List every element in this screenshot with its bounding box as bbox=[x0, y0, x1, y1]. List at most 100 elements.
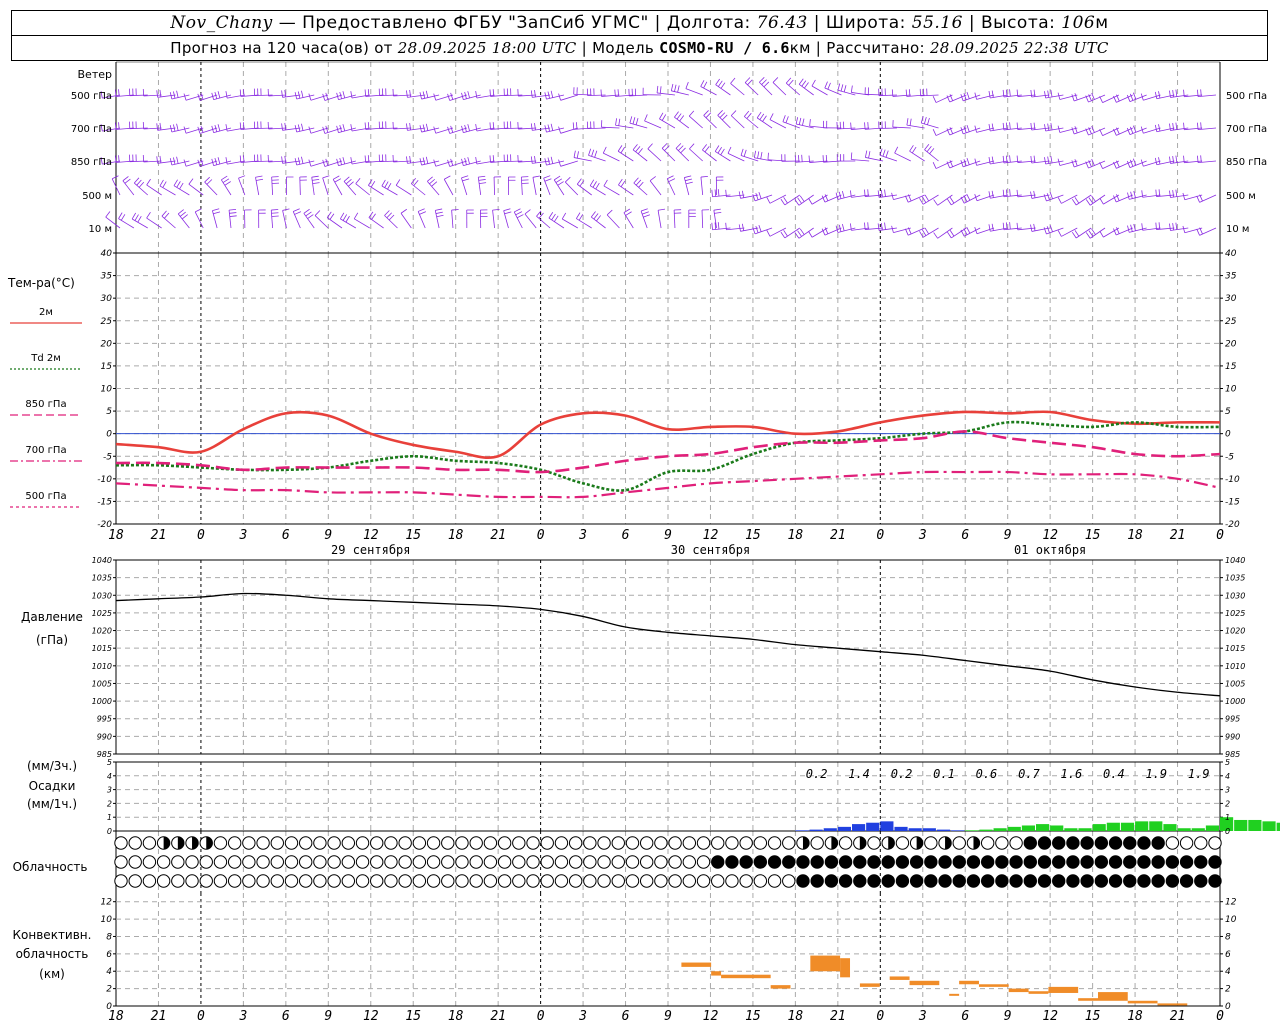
tick-label-right: -5 bbox=[1225, 452, 1234, 462]
precip-bar bbox=[965, 830, 979, 831]
tick-label-right: 0 bbox=[1225, 827, 1230, 836]
wind-barb-flag bbox=[1169, 223, 1171, 231]
precip-total-label: 1.6 bbox=[1061, 767, 1083, 781]
cloud-circle bbox=[810, 836, 824, 850]
tick-label-right: 12 bbox=[1225, 898, 1237, 908]
wind-barb-flag bbox=[489, 122, 491, 130]
cloud-circle bbox=[142, 874, 157, 888]
wind-barb-flag bbox=[678, 145, 684, 151]
wind-barb-flag bbox=[824, 81, 828, 89]
wind-barb bbox=[629, 122, 648, 129]
wind-barb-flag bbox=[1057, 230, 1062, 237]
cloud-circle bbox=[1123, 874, 1137, 888]
wind-barb bbox=[381, 185, 398, 196]
wind-barb-flag bbox=[1182, 192, 1186, 200]
wind-barb-flag bbox=[762, 115, 767, 122]
precip-bar bbox=[1276, 822, 1280, 831]
cloud-circle bbox=[881, 855, 895, 869]
wind-barb-flag bbox=[1074, 93, 1078, 101]
wind-barb-flag bbox=[753, 150, 757, 158]
wind-barb-flag bbox=[717, 222, 720, 230]
wind-barb bbox=[1059, 127, 1078, 133]
cloud-circle bbox=[796, 874, 810, 888]
cloud-circle bbox=[156, 855, 171, 869]
wind-barb bbox=[122, 180, 135, 196]
wind-barb-flag bbox=[345, 178, 352, 185]
cloud-half bbox=[888, 836, 895, 850]
wind-barb-flag bbox=[1175, 189, 1178, 197]
cloud-half bbox=[192, 836, 199, 850]
wind-barb-flag bbox=[714, 211, 722, 214]
cloud-circle bbox=[625, 874, 640, 888]
wind-barb-flag bbox=[642, 211, 649, 215]
wind-barb-flag bbox=[932, 129, 937, 136]
tick-label-right: 8 bbox=[1225, 932, 1231, 942]
wind-barb-flag bbox=[221, 175, 228, 181]
wind-barb bbox=[1102, 94, 1120, 103]
wind-barb-flag bbox=[450, 158, 454, 166]
wind-barb-flag bbox=[159, 179, 164, 187]
wind-barb-flag bbox=[761, 79, 767, 85]
wind-barb-flag bbox=[1175, 122, 1178, 130]
wind-barb bbox=[577, 183, 592, 196]
wind-barb bbox=[782, 121, 800, 129]
hour-label: 9 bbox=[1004, 1009, 1012, 1024]
wind-barb bbox=[292, 211, 301, 229]
wind-barb-flag bbox=[879, 148, 883, 156]
tick-label-right: 4 bbox=[1225, 967, 1231, 977]
cloud-circle bbox=[455, 874, 469, 888]
wind-barb bbox=[520, 177, 523, 196]
wind-barb bbox=[443, 179, 454, 196]
wind-barb-flag bbox=[561, 212, 567, 220]
cloud-circle bbox=[1023, 874, 1037, 888]
wind-barb-flag bbox=[156, 90, 159, 98]
wind-barb-flag bbox=[850, 152, 853, 160]
wind-barb-flag bbox=[370, 180, 376, 188]
conv-bar bbox=[840, 958, 851, 978]
wind-level-label-left: 500 гПа bbox=[71, 91, 112, 102]
wind-barb-flag bbox=[1172, 123, 1175, 131]
wind-barb bbox=[435, 160, 454, 167]
wind-barb-flag bbox=[553, 175, 561, 181]
tick-label-left: 995 bbox=[97, 715, 112, 724]
wind-barb bbox=[1061, 227, 1078, 237]
cloud-circle bbox=[512, 836, 526, 850]
wind-barb-flag bbox=[744, 110, 750, 117]
precip-total-label: 0.4 bbox=[1103, 767, 1125, 781]
wind-barb bbox=[564, 181, 579, 196]
wind-barb-flag bbox=[794, 199, 800, 206]
wind-barb-flag bbox=[700, 80, 705, 87]
hour-label: 18 bbox=[1127, 1009, 1143, 1024]
wind-barb-flag bbox=[741, 190, 745, 198]
precip-bar bbox=[1163, 824, 1177, 831]
wind-barb-flag bbox=[406, 123, 408, 131]
cloud-circle bbox=[455, 836, 469, 850]
pressure-title: Давление bbox=[21, 610, 83, 624]
cloud-circle bbox=[540, 874, 554, 888]
wind-barb-flag bbox=[159, 89, 162, 97]
cloud-circle bbox=[327, 874, 341, 888]
wind-barb-flag bbox=[785, 77, 792, 84]
wind-barb-flag bbox=[1196, 228, 1200, 236]
cloud-half bbox=[831, 836, 838, 850]
wind-level-label-right: 10 м bbox=[1226, 224, 1249, 235]
wind-barbs bbox=[100, 77, 1217, 239]
precip-bar bbox=[1205, 825, 1219, 831]
wind-barb-flag bbox=[620, 146, 626, 154]
tick-label-left: -10 bbox=[97, 475, 112, 485]
wind-barb-flag bbox=[558, 126, 562, 134]
conv-bar bbox=[1078, 998, 1098, 1001]
cloud-circle bbox=[682, 836, 697, 850]
wind-barb-flag bbox=[284, 155, 287, 163]
wind-barb-flag bbox=[179, 211, 186, 217]
tick-label-left: 10 bbox=[101, 385, 113, 395]
cloud-half bbox=[163, 836, 170, 850]
wind-barb bbox=[588, 154, 606, 162]
wind-barb bbox=[354, 218, 370, 229]
wind-barb-flag bbox=[409, 155, 411, 163]
wind-barb-flag bbox=[368, 179, 373, 186]
wind-barb-flag bbox=[177, 209, 184, 215]
wind-barb-flag bbox=[788, 79, 794, 86]
cloud-half bbox=[859, 836, 867, 850]
wind-barb-flag bbox=[307, 214, 314, 219]
